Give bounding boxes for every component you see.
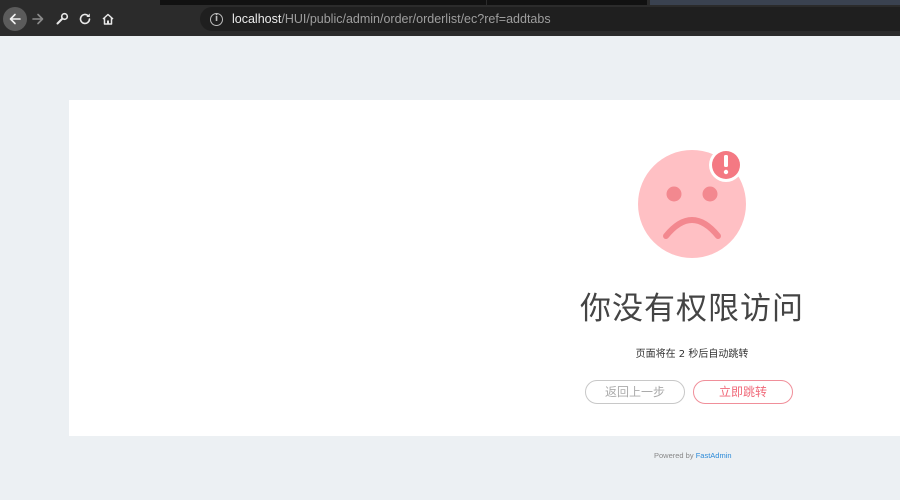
reload-icon [79, 13, 91, 25]
error-card: 你没有权限访问 页面将在 2 秒后自动跳转 返回上一步 立即跳转 [69, 100, 900, 436]
fastadmin-link[interactable]: FastAdmin [696, 451, 732, 460]
url-text[interactable]: localhost/HUI/public/admin/order/orderli… [232, 12, 551, 26]
back-arrow-icon [9, 13, 21, 25]
tab[interactable] [650, 0, 900, 5]
forward-arrow-icon [32, 13, 44, 25]
tab[interactable] [487, 0, 647, 5]
home-button[interactable] [97, 8, 119, 30]
tab-strip [160, 0, 900, 5]
powered-by-label: Powered by [654, 451, 694, 460]
tools-button[interactable] [51, 8, 73, 30]
tools-icon [56, 12, 69, 25]
forward-button[interactable] [27, 8, 49, 30]
footer: Powered by FastAdmin [654, 451, 732, 460]
back-button[interactable] [3, 7, 27, 31]
redirect-notice: 页面将在 2 秒后自动跳转 [635, 349, 749, 360]
address-bar[interactable]: i localhost/HUI/public/admin/order/order… [200, 7, 900, 31]
go-back-button[interactable]: 返回上一步 [585, 380, 685, 404]
url-path: /HUI/public/admin/order/orderlist/ec?ref… [281, 12, 551, 26]
browser-toolbar: i localhost/HUI/public/admin/order/order… [0, 0, 900, 36]
home-icon [102, 13, 114, 25]
page-title: 你没有权限访问 [580, 291, 804, 327]
tab[interactable] [160, 0, 486, 5]
sad-face-icon [638, 150, 746, 258]
info-icon[interactable]: i [210, 12, 223, 26]
redirect-now-button[interactable]: 立即跳转 [693, 380, 793, 404]
reload-button[interactable] [74, 8, 96, 30]
url-host: localhost [232, 12, 282, 26]
